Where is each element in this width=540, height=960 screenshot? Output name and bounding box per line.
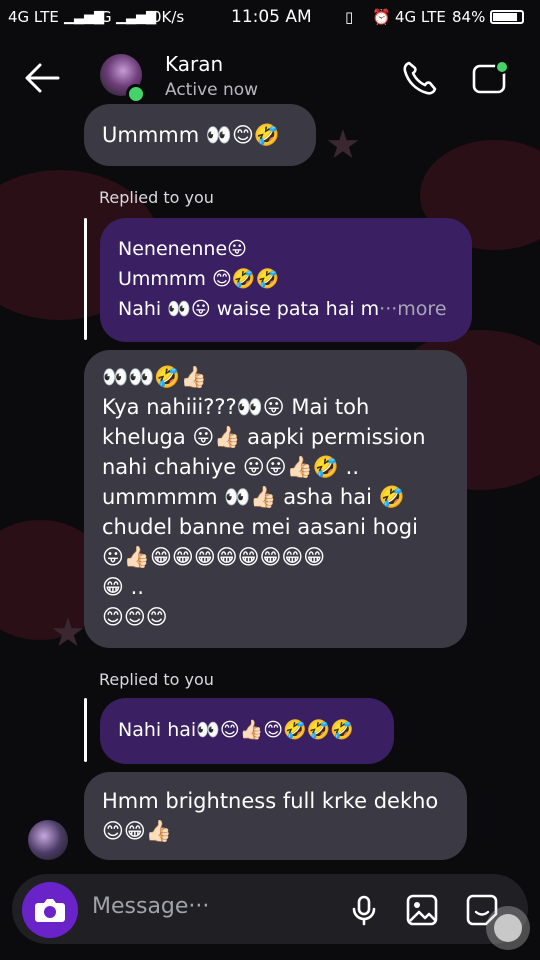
online-indicator — [126, 84, 146, 104]
floating-assistive-button[interactable] — [486, 906, 530, 950]
signal-icon: ▁▃▅▇ — [116, 10, 156, 25]
microphone-icon[interactable] — [346, 892, 382, 928]
sender-avatar[interactable] — [28, 820, 68, 860]
signal-icon: ▁▃▅▇ — [64, 10, 104, 25]
contact-status: Active now — [165, 80, 259, 100]
message-input[interactable]: Message··· — [92, 894, 209, 919]
back-arrow-icon[interactable] — [22, 60, 62, 96]
replied-message-bubble[interactable]: Nahi hai👀😊👍🏻😊🤣🤣🤣 — [100, 698, 394, 764]
camera-icon — [35, 899, 65, 922]
message-line: 😊😁👍🏻 — [102, 819, 172, 843]
video-camera-icon[interactable] — [470, 58, 514, 98]
contact-name[interactable]: Karan — [165, 52, 223, 76]
replied-message-bubble[interactable]: Nenenenne😛 Ummmm 😊🤣🤣 Nahi 👀😛 waise pata … — [100, 218, 472, 342]
chat-header: Karan Active now — [0, 34, 540, 118]
message-line: 😁 .. — [102, 575, 144, 599]
message-line: nahi chahiye 😛😛👍🏻🤣 .. — [102, 455, 359, 479]
message-bubble[interactable]: Hmm brightness full krke dekho 😊😁👍🏻 — [84, 772, 467, 860]
message-line: chudel banne mei aasani hogi — [102, 515, 418, 539]
network-label: 4G LTE — [395, 8, 446, 26]
battery-icon — [490, 10, 524, 24]
assistive-dot — [494, 914, 522, 942]
message-line: Ummmm 😊🤣🤣 — [118, 268, 280, 290]
message-line: kheluga 😛👍🏻 aapki permission — [102, 425, 426, 449]
replied-label: Replied to you — [99, 670, 214, 689]
message-composer: Message··· — [12, 874, 528, 944]
message-text: Ummmm 👀😊🤣 — [102, 123, 281, 147]
network-label: 4G LTE — [8, 8, 59, 26]
replied-label: Replied to you — [99, 188, 214, 207]
message-line: 😛👍🏻😁😁😁😁😁😁😁😁 — [102, 545, 326, 569]
message-text: Nahi hai👀😊👍🏻😊🤣🤣🤣 — [118, 719, 355, 741]
more-link[interactable]: ···more — [379, 298, 446, 320]
image-icon[interactable] — [404, 892, 440, 928]
message-bubble[interactable]: 👀👀🤣👍🏻 Kya nahiii???👀😛 Mai toh kheluga 😛👍… — [84, 350, 467, 648]
message-line: Kya nahiii???👀😛 Mai toh — [102, 395, 370, 419]
message-line: Nahi 👀😛 waise pata hai m···more — [118, 294, 454, 324]
message-line-text: Nahi 👀😛 waise pata hai m — [118, 298, 380, 320]
camera-button[interactable] — [22, 882, 78, 938]
reply-indicator-bar — [84, 218, 87, 340]
battery-percent: 84% — [452, 8, 486, 26]
message-line: 👀👀🤣👍🏻 — [102, 365, 207, 389]
message-list: Ummmm 👀😊🤣 Replied to you Nenenenne😛 Ummm… — [0, 0, 540, 960]
message-line: Nenenenne😛 — [118, 238, 247, 260]
network-label: G — [100, 8, 112, 26]
message-line: ummmmm 👀👍🏻 asha hai 🤣 — [102, 485, 405, 509]
clock: 11:05 AM — [231, 7, 312, 27]
message-line: 😊😊😊 — [102, 605, 168, 629]
vibrate-icon: ▯ — [345, 8, 354, 26]
phone-icon[interactable] — [400, 58, 440, 98]
network-speed: 0K/s — [152, 8, 185, 26]
message-line: Hmm brightness full krke dekho — [102, 789, 439, 813]
reply-indicator-bar — [84, 698, 87, 762]
alarm-icon: ⏰ — [372, 8, 391, 26]
status-bar: 4G LTE ▁▃▅▇ G ▁▃▅▇ 0K/s 11:05 AM ▯ ⏰ 4G … — [0, 0, 540, 34]
